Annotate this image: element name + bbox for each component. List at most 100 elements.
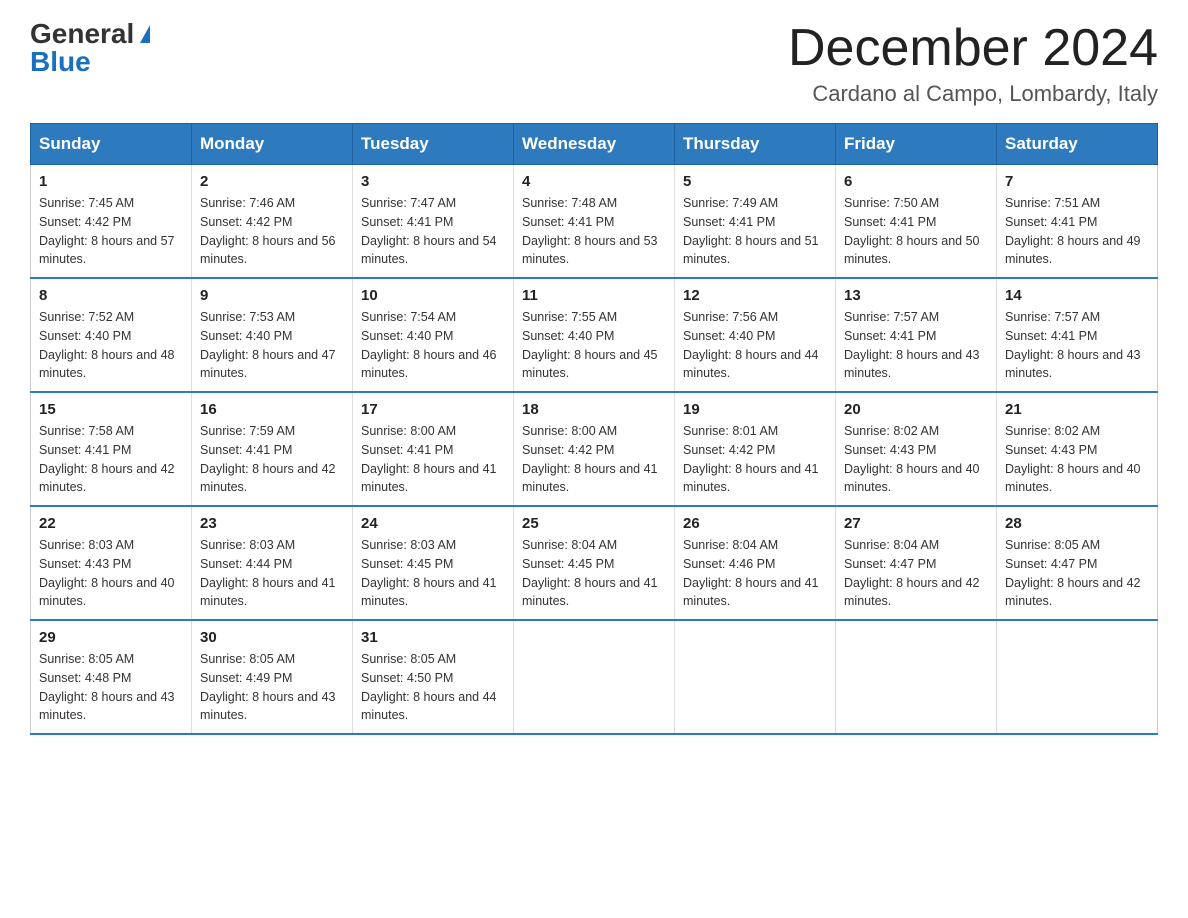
day-number: 5 (683, 173, 827, 190)
weekday-header-sunday: Sunday (31, 124, 192, 165)
calendar-cell: 17 Sunrise: 8:00 AM Sunset: 4:41 PM Dayl… (353, 392, 514, 506)
day-info: Sunrise: 7:53 AM Sunset: 4:40 PM Dayligh… (200, 308, 344, 383)
weekday-header-saturday: Saturday (997, 124, 1158, 165)
day-number: 17 (361, 401, 505, 418)
day-number: 28 (1005, 515, 1149, 532)
calendar-cell: 13 Sunrise: 7:57 AM Sunset: 4:41 PM Dayl… (836, 278, 997, 392)
day-number: 7 (1005, 173, 1149, 190)
day-info: Sunrise: 7:57 AM Sunset: 4:41 PM Dayligh… (844, 308, 988, 383)
day-number: 19 (683, 401, 827, 418)
day-info: Sunrise: 7:57 AM Sunset: 4:41 PM Dayligh… (1005, 308, 1149, 383)
day-info: Sunrise: 8:04 AM Sunset: 4:47 PM Dayligh… (844, 536, 988, 611)
day-info: Sunrise: 7:52 AM Sunset: 4:40 PM Dayligh… (39, 308, 183, 383)
calendar-cell: 8 Sunrise: 7:52 AM Sunset: 4:40 PM Dayli… (31, 278, 192, 392)
day-info: Sunrise: 7:59 AM Sunset: 4:41 PM Dayligh… (200, 422, 344, 497)
calendar-cell: 18 Sunrise: 8:00 AM Sunset: 4:42 PM Dayl… (514, 392, 675, 506)
day-info: Sunrise: 7:51 AM Sunset: 4:41 PM Dayligh… (1005, 194, 1149, 269)
weekday-header-thursday: Thursday (675, 124, 836, 165)
weekday-header-friday: Friday (836, 124, 997, 165)
calendar-table: SundayMondayTuesdayWednesdayThursdayFrid… (30, 123, 1158, 735)
day-info: Sunrise: 8:04 AM Sunset: 4:46 PM Dayligh… (683, 536, 827, 611)
day-number: 13 (844, 287, 988, 304)
calendar-cell (675, 620, 836, 734)
day-info: Sunrise: 8:05 AM Sunset: 4:48 PM Dayligh… (39, 650, 183, 725)
day-number: 29 (39, 629, 183, 646)
day-info: Sunrise: 8:05 AM Sunset: 4:47 PM Dayligh… (1005, 536, 1149, 611)
day-info: Sunrise: 8:05 AM Sunset: 4:50 PM Dayligh… (361, 650, 505, 725)
calendar-cell: 20 Sunrise: 8:02 AM Sunset: 4:43 PM Dayl… (836, 392, 997, 506)
calendar-cell: 19 Sunrise: 8:01 AM Sunset: 4:42 PM Dayl… (675, 392, 836, 506)
calendar-cell: 26 Sunrise: 8:04 AM Sunset: 4:46 PM Dayl… (675, 506, 836, 620)
logo-blue-text: Blue (30, 48, 91, 76)
calendar-cell: 28 Sunrise: 8:05 AM Sunset: 4:47 PM Dayl… (997, 506, 1158, 620)
calendar-cell: 9 Sunrise: 7:53 AM Sunset: 4:40 PM Dayli… (192, 278, 353, 392)
day-number: 20 (844, 401, 988, 418)
day-info: Sunrise: 8:03 AM Sunset: 4:44 PM Dayligh… (200, 536, 344, 611)
calendar-cell: 7 Sunrise: 7:51 AM Sunset: 4:41 PM Dayli… (997, 165, 1158, 279)
day-number: 3 (361, 173, 505, 190)
day-info: Sunrise: 7:45 AM Sunset: 4:42 PM Dayligh… (39, 194, 183, 269)
calendar-cell: 29 Sunrise: 8:05 AM Sunset: 4:48 PM Dayl… (31, 620, 192, 734)
day-number: 27 (844, 515, 988, 532)
calendar-title: December 2024 (788, 20, 1158, 77)
day-number: 1 (39, 173, 183, 190)
day-info: Sunrise: 7:55 AM Sunset: 4:40 PM Dayligh… (522, 308, 666, 383)
calendar-cell: 27 Sunrise: 8:04 AM Sunset: 4:47 PM Dayl… (836, 506, 997, 620)
weekday-header-wednesday: Wednesday (514, 124, 675, 165)
day-number: 11 (522, 287, 666, 304)
day-info: Sunrise: 7:58 AM Sunset: 4:41 PM Dayligh… (39, 422, 183, 497)
calendar-cell: 5 Sunrise: 7:49 AM Sunset: 4:41 PM Dayli… (675, 165, 836, 279)
calendar-cell: 1 Sunrise: 7:45 AM Sunset: 4:42 PM Dayli… (31, 165, 192, 279)
logo: General Blue (30, 20, 150, 76)
day-number: 21 (1005, 401, 1149, 418)
day-number: 10 (361, 287, 505, 304)
day-number: 26 (683, 515, 827, 532)
calendar-week-row: 15 Sunrise: 7:58 AM Sunset: 4:41 PM Dayl… (31, 392, 1158, 506)
calendar-cell (997, 620, 1158, 734)
day-number: 6 (844, 173, 988, 190)
page-header: General Blue December 2024 Cardano al Ca… (30, 20, 1158, 107)
calendar-cell: 12 Sunrise: 7:56 AM Sunset: 4:40 PM Dayl… (675, 278, 836, 392)
calendar-subtitle: Cardano al Campo, Lombardy, Italy (788, 81, 1158, 107)
day-number: 23 (200, 515, 344, 532)
day-info: Sunrise: 8:03 AM Sunset: 4:45 PM Dayligh… (361, 536, 505, 611)
day-number: 14 (1005, 287, 1149, 304)
day-info: Sunrise: 7:56 AM Sunset: 4:40 PM Dayligh… (683, 308, 827, 383)
calendar-cell: 3 Sunrise: 7:47 AM Sunset: 4:41 PM Dayli… (353, 165, 514, 279)
day-info: Sunrise: 7:48 AM Sunset: 4:41 PM Dayligh… (522, 194, 666, 269)
calendar-cell: 14 Sunrise: 7:57 AM Sunset: 4:41 PM Dayl… (997, 278, 1158, 392)
calendar-cell (514, 620, 675, 734)
calendar-cell: 11 Sunrise: 7:55 AM Sunset: 4:40 PM Dayl… (514, 278, 675, 392)
calendar-week-row: 29 Sunrise: 8:05 AM Sunset: 4:48 PM Dayl… (31, 620, 1158, 734)
day-number: 24 (361, 515, 505, 532)
day-info: Sunrise: 8:04 AM Sunset: 4:45 PM Dayligh… (522, 536, 666, 611)
day-number: 2 (200, 173, 344, 190)
calendar-cell: 23 Sunrise: 8:03 AM Sunset: 4:44 PM Dayl… (192, 506, 353, 620)
day-info: Sunrise: 8:00 AM Sunset: 4:42 PM Dayligh… (522, 422, 666, 497)
day-number: 15 (39, 401, 183, 418)
day-number: 8 (39, 287, 183, 304)
calendar-cell: 2 Sunrise: 7:46 AM Sunset: 4:42 PM Dayli… (192, 165, 353, 279)
calendar-cell: 16 Sunrise: 7:59 AM Sunset: 4:41 PM Dayl… (192, 392, 353, 506)
calendar-cell (836, 620, 997, 734)
calendar-cell: 22 Sunrise: 8:03 AM Sunset: 4:43 PM Dayl… (31, 506, 192, 620)
day-number: 18 (522, 401, 666, 418)
day-info: Sunrise: 8:05 AM Sunset: 4:49 PM Dayligh… (200, 650, 344, 725)
calendar-cell: 31 Sunrise: 8:05 AM Sunset: 4:50 PM Dayl… (353, 620, 514, 734)
calendar-cell: 25 Sunrise: 8:04 AM Sunset: 4:45 PM Dayl… (514, 506, 675, 620)
day-info: Sunrise: 8:02 AM Sunset: 4:43 PM Dayligh… (844, 422, 988, 497)
calendar-cell: 24 Sunrise: 8:03 AM Sunset: 4:45 PM Dayl… (353, 506, 514, 620)
weekday-header-row: SundayMondayTuesdayWednesdayThursdayFrid… (31, 124, 1158, 165)
day-number: 25 (522, 515, 666, 532)
day-number: 16 (200, 401, 344, 418)
calendar-week-row: 22 Sunrise: 8:03 AM Sunset: 4:43 PM Dayl… (31, 506, 1158, 620)
day-info: Sunrise: 8:03 AM Sunset: 4:43 PM Dayligh… (39, 536, 183, 611)
day-number: 9 (200, 287, 344, 304)
calendar-week-row: 1 Sunrise: 7:45 AM Sunset: 4:42 PM Dayli… (31, 165, 1158, 279)
calendar-week-row: 8 Sunrise: 7:52 AM Sunset: 4:40 PM Dayli… (31, 278, 1158, 392)
day-number: 30 (200, 629, 344, 646)
calendar-cell: 15 Sunrise: 7:58 AM Sunset: 4:41 PM Dayl… (31, 392, 192, 506)
title-block: December 2024 Cardano al Campo, Lombardy… (788, 20, 1158, 107)
day-info: Sunrise: 7:49 AM Sunset: 4:41 PM Dayligh… (683, 194, 827, 269)
calendar-cell: 6 Sunrise: 7:50 AM Sunset: 4:41 PM Dayli… (836, 165, 997, 279)
